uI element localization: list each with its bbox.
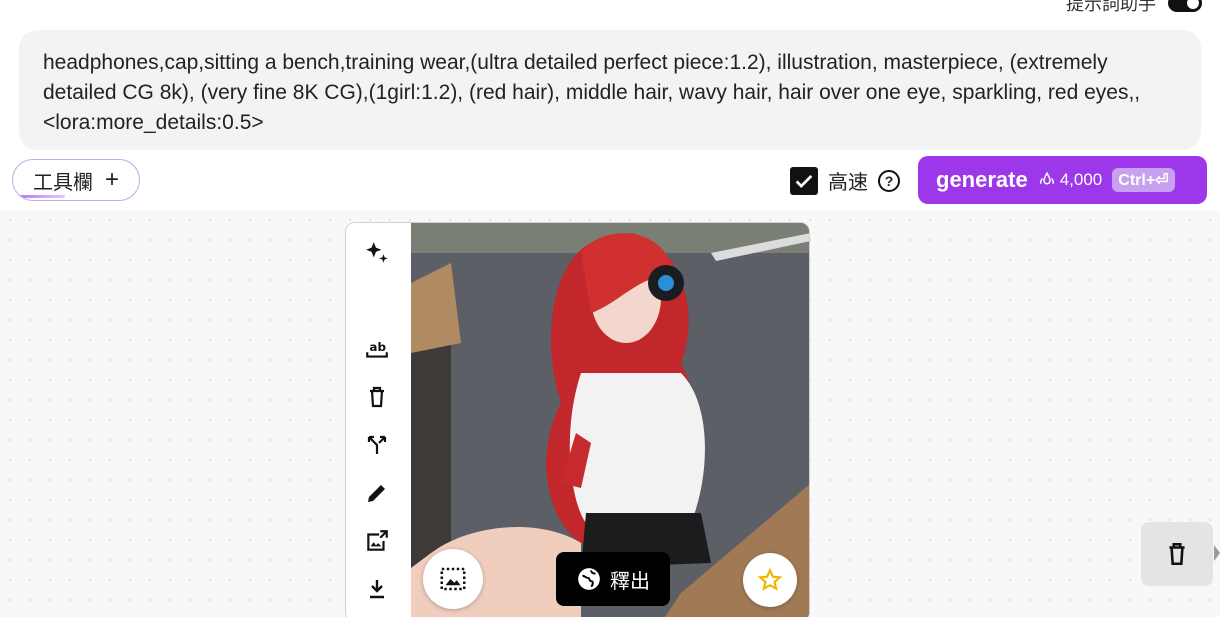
image-select-icon (440, 567, 466, 591)
toolbar-toggle-button[interactable]: 工具欄 + (12, 159, 140, 201)
trash-icon (1169, 542, 1185, 566)
trash-icon[interactable] (361, 381, 393, 413)
prompt-assistant-toggle[interactable] (1168, 0, 1202, 12)
favorite-button[interactable] (743, 553, 797, 607)
prompt-text: headphones,cap,sitting a bench,training … (43, 51, 1141, 134)
check-icon (795, 174, 813, 188)
collapse-arrow-icon[interactable] (1214, 545, 1220, 561)
crop-image-button[interactable] (423, 549, 483, 609)
image-export-icon[interactable] (361, 525, 393, 557)
prompt-assistant: 提示詞助手 (1066, 0, 1202, 16)
help-icon[interactable]: ? (878, 169, 900, 192)
speed-checkbox[interactable] (790, 166, 818, 195)
generate-label: generate (936, 167, 1028, 192)
generated-image[interactable]: 釋出 (411, 223, 809, 617)
branch-icon[interactable] (361, 429, 393, 461)
star-icon (757, 567, 783, 591)
generate-cost-value: 4,000 (1059, 170, 1103, 189)
sparkle-icon[interactable] (361, 237, 393, 269)
download-icon[interactable] (361, 573, 393, 605)
text-rename-icon[interactable]: ab (361, 333, 393, 365)
generate-cost: 4,000 (1038, 170, 1103, 190)
globe-icon (578, 568, 600, 590)
toolbar-progress-indicator (19, 195, 65, 198)
card-side-toolbar: ab (346, 223, 411, 617)
result-card: ab 釋出 (345, 222, 810, 617)
svg-text:ab: ab (369, 340, 386, 354)
plus-icon: + (104, 166, 119, 193)
release-label: 釋出 (610, 570, 650, 593)
floating-delete-button[interactable] (1141, 522, 1213, 586)
prompt-textarea[interactable]: headphones,cap,sitting a bench,training … (19, 30, 1201, 150)
speed-label: 高速 (828, 172, 868, 194)
toolbar-label: 工具欄 (32, 171, 93, 194)
pencil-icon[interactable] (361, 477, 393, 509)
release-button[interactable]: 釋出 (556, 552, 670, 606)
credits-icon (1039, 171, 1054, 185)
speed-option: 高速 ? (790, 166, 900, 195)
generate-button[interactable]: generate 4,000 Ctrl+⏎ (918, 156, 1207, 204)
prompt-assistant-label: 提示詞助手 (1066, 0, 1156, 14)
generate-shortcut: Ctrl+⏎ (1112, 168, 1175, 192)
